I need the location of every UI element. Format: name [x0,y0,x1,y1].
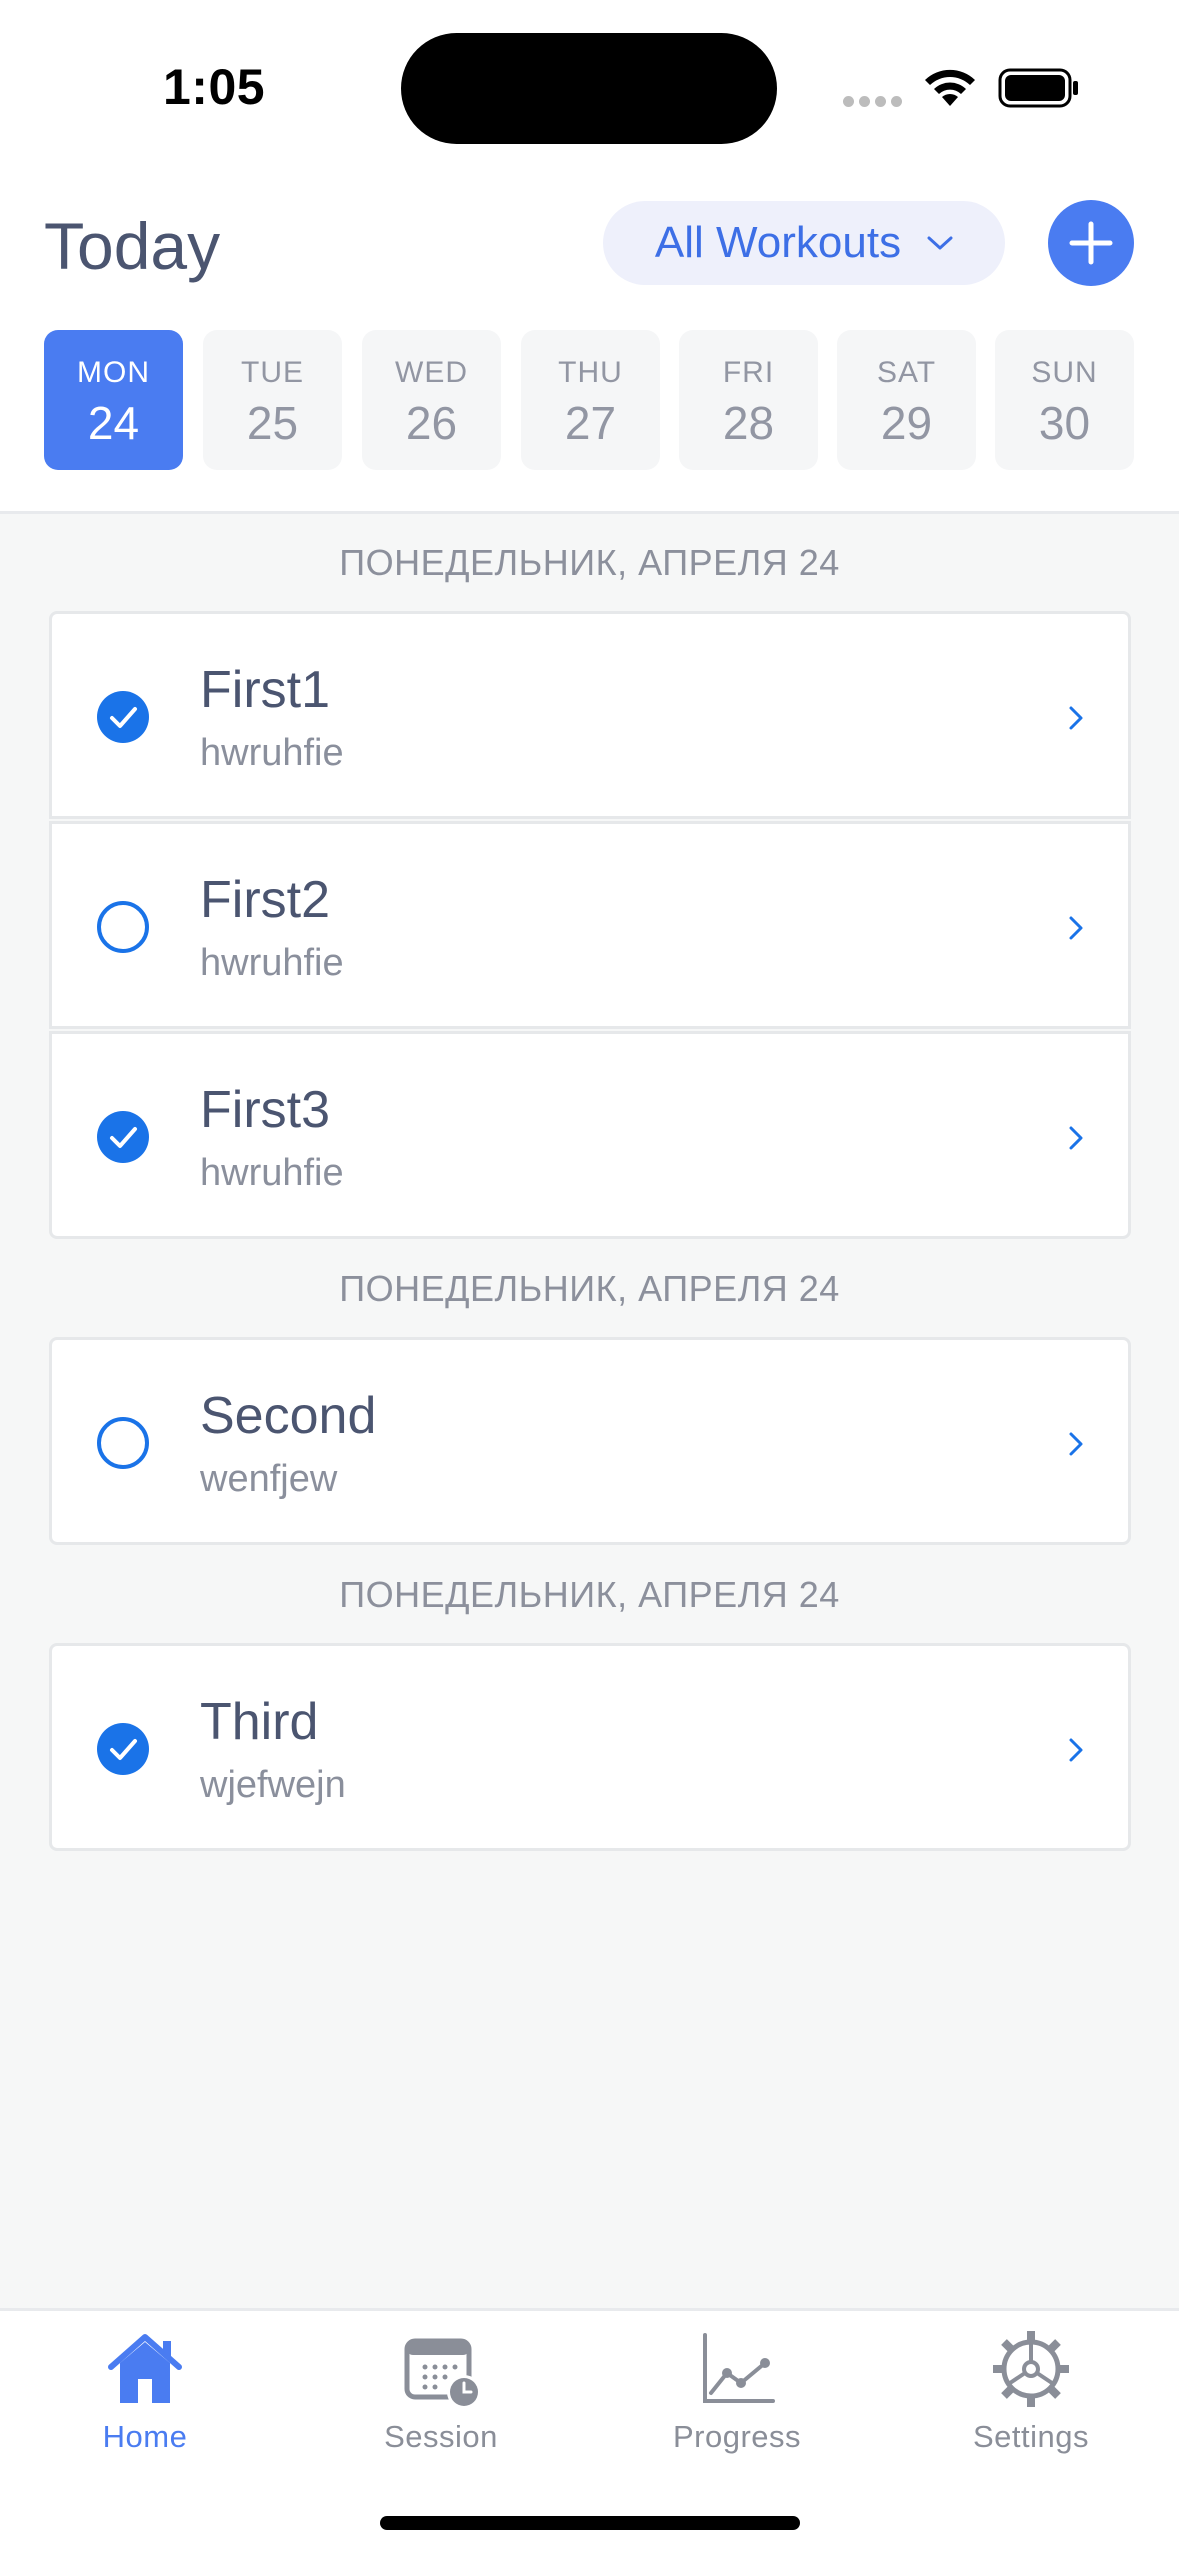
checkmark-circle-filled-icon[interactable] [97,1723,149,1775]
tab-label: Settings [972,2419,1089,2454]
tab-session[interactable]: Session [316,2311,566,2471]
chevron-right-icon [1069,706,1083,730]
day-name: WED [395,356,468,389]
circle-outline-icon[interactable] [97,1417,149,1469]
wifi-icon [925,69,975,106]
house-icon [108,2334,182,2403]
day-date: 28 [722,397,775,449]
workout-row[interactable]: Second wenfjew [49,1337,1131,1545]
tab-label: Session [384,2419,498,2454]
day-date: 30 [1038,397,1091,449]
day-sun[interactable]: SUN 30 [995,330,1134,470]
status-time: 1:05 [163,59,266,115]
workout-subtitle: hwruhfie [200,1152,344,1194]
cellular-signal-icon [843,94,907,112]
workout-subtitle: wjefwejn [200,1764,346,1806]
tab-home[interactable]: Home [20,2311,270,2471]
day-date: 24 [87,397,140,449]
checkmark-circle-filled-icon[interactable] [97,691,149,743]
chevron-right-icon [1069,1126,1083,1150]
day-name: SUN [1031,356,1098,389]
chevron-down-icon [927,236,953,250]
section-header: ПОНЕДЕЛЬНИК, АПРЕЛЯ 24 [339,1574,840,1615]
workout-title: Third [200,1693,319,1751]
tab-label: Home [102,2419,188,2454]
chevron-right-icon [1069,916,1083,940]
workout-subtitle: hwruhfie [200,732,344,774]
plus-icon [1069,221,1113,265]
workout-subtitle: wenfjew [200,1458,338,1500]
day-date: 29 [880,397,933,449]
top-area: 1:05 Today All Workouts MON 24 TUE 25 WE… [0,0,1179,514]
tab-progress[interactable]: Progress [612,2311,862,2471]
section-header: ПОНЕДЕЛЬНИК, АПРЕЛЯ 24 [339,1268,840,1309]
day-name: MON [77,356,150,389]
home-indicator [380,2516,800,2530]
day-name: THU [558,356,623,389]
workout-title: First2 [200,871,330,929]
workout-title: First1 [200,661,330,719]
day-date: 27 [564,397,617,449]
workout-row[interactable]: Third wjefwejn [49,1643,1131,1851]
add-workout-button[interactable] [1048,200,1134,286]
workout-filter-dropdown[interactable]: All Workouts [603,201,1005,285]
chevron-right-icon [1069,1738,1083,1762]
chart-line-icon [703,2333,775,2403]
checkmark-circle-filled-icon[interactable] [97,1111,149,1163]
day-date: 25 [246,397,299,449]
day-fri[interactable]: FRI 28 [679,330,818,470]
day-mon[interactable]: MON 24 [44,330,183,470]
dynamic-island [401,33,777,144]
day-wed[interactable]: WED 26 [362,330,501,470]
day-sat[interactable]: SAT 29 [837,330,976,470]
chevron-right-icon [1069,1432,1083,1456]
workout-subtitle: hwruhfie [200,942,344,984]
page-title: Today [44,209,221,283]
battery-icon [998,68,1078,108]
tab-settings[interactable]: Settings [906,2311,1156,2471]
day-name: TUE [241,356,304,389]
workout-row[interactable]: First3 hwruhfie [49,1031,1131,1239]
calendar-clock-icon [404,2338,481,2409]
day-date: 26 [405,397,458,449]
workout-filter-label: All Workouts [654,218,902,267]
day-thu[interactable]: THU 27 [521,330,660,470]
tab-label: Progress [672,2419,802,2454]
workout-row[interactable]: First2 hwruhfie [49,821,1131,1029]
workout-row[interactable]: First1 hwruhfie [49,611,1131,819]
circle-outline-icon[interactable] [97,901,149,953]
day-name: FRI [722,356,775,389]
workout-title: Second [200,1387,377,1445]
day-tue[interactable]: TUE 25 [203,330,342,470]
section-header: ПОНЕДЕЛЬНИК, АПРЕЛЯ 24 [339,542,840,583]
day-name: SAT [876,356,937,389]
workout-title: First3 [200,1081,330,1139]
gear-icon [993,2331,1069,2407]
